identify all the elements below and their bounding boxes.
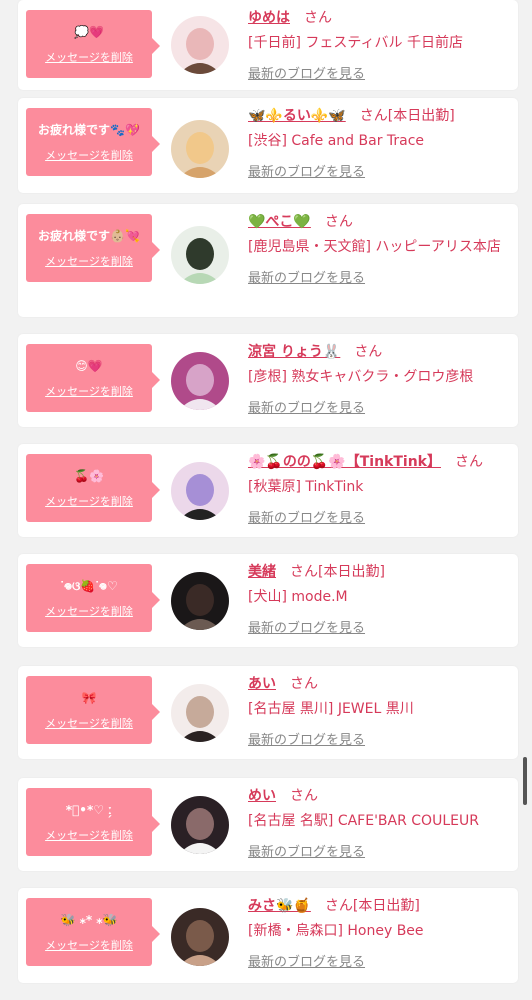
delete-message-link[interactable]: メッセージを削除	[26, 493, 152, 509]
delete-message-link[interactable]: メッセージを削除	[26, 937, 152, 953]
honorific: さん	[354, 344, 383, 360]
cast-info: 🌸🍒のの🍒🌸【TinkTink】 さん [秋葉原] TinkTink 最新のブログを見…	[248, 452, 508, 526]
message-bubble: 💭💗 メッセージを削除	[26, 10, 160, 78]
message-card: 🐝 ⁎* ⁎🐝 メッセージを削除 みさ🐝🍯 さん[本日出勤] [新橋・烏森口] Hone…	[18, 888, 518, 983]
honorific: さん	[324, 214, 353, 230]
cast-name-link[interactable]: 涼宮 りょう🐰	[248, 344, 340, 360]
avatar[interactable]	[171, 796, 229, 854]
delete-message-link[interactable]: メッセージを削除	[26, 253, 152, 269]
delete-message-link[interactable]: メッセージを削除	[26, 147, 152, 163]
honorific: さん	[304, 10, 332, 26]
cast-info: みさ🐝🍯 さん[本日出勤] [新橋・烏森口] Honey Bee 最新のブログを見る	[248, 896, 508, 970]
message-bubble: 🐝 ⁎* ⁎🐝 メッセージを削除	[26, 898, 160, 966]
status-badge: [本日出勤]	[318, 564, 385, 580]
message-text: 💭💗	[74, 25, 104, 39]
delete-message-link[interactable]: メッセージを削除	[26, 383, 152, 399]
delete-message-link[interactable]: メッセージを削除	[26, 49, 152, 65]
shop-name: [名古屋 黒川] JEWEL 黒川	[248, 701, 414, 717]
cast-name-link[interactable]: ゆめは	[248, 10, 290, 26]
message-bubble: お疲れ様です🐾💖 メッセージを削除	[26, 108, 160, 176]
cast-name-link[interactable]: あい	[248, 676, 276, 692]
cast-info: 🦋⚜️るい⚜️🦋 さん[本日出勤] [渋谷] Cafe and Bar Trace 最…	[248, 106, 508, 180]
honorific: さん	[290, 788, 318, 804]
cast-info: あい さん [名古屋 黒川] JEWEL 黒川最新のブログを見る	[248, 674, 508, 748]
cast-name-link[interactable]: 🌸🍒のの🍒🌸【TinkTink】	[248, 454, 441, 470]
message-text: ᐝ𖦹ଓ🍓ᐝ𖦹♡	[60, 579, 118, 593]
cast-name-link[interactable]: 💚ぺこ💚	[248, 214, 311, 230]
message-card: 😊💗 メッセージを削除 涼宮 りょう🐰 さん [彦根] 熟女キャバクラ・グロウ彦根最新の…	[18, 334, 518, 427]
honorific: さん	[324, 898, 353, 914]
honorific: さん	[290, 564, 318, 580]
avatar[interactable]	[171, 572, 229, 630]
latest-blog-link[interactable]: 最新のブログを見る	[248, 267, 508, 286]
cast-info: 美緒 さん[本日出勤] [犬山] mode.M 最新のブログを見る	[248, 562, 508, 636]
avatar[interactable]	[171, 16, 229, 74]
message-bubble: ᐝ𖦹ଓ🍓ᐝ𖦹♡ メッセージを削除	[26, 564, 160, 632]
avatar[interactable]	[171, 120, 229, 178]
message-text: お疲れ様です🐾💖	[38, 123, 140, 137]
status-badge: [本日出勤]	[352, 898, 420, 914]
message-card: 🍒🌸 メッセージを削除 🌸🍒のの🍒🌸【TinkTink】 さん [秋葉原] TinkTi…	[18, 444, 518, 537]
honorific: さん	[359, 108, 388, 124]
shop-name: [名古屋 名駅] CAFE'BAR COULEUR	[248, 813, 479, 829]
latest-blog-link[interactable]: 最新のブログを見る	[248, 63, 508, 82]
shop-name: [犬山] mode.M	[248, 589, 348, 605]
delete-message-link[interactable]: メッセージを削除	[26, 603, 152, 619]
cast-name-link[interactable]: みさ🐝🍯	[248, 898, 311, 914]
shop-name: [彦根] 熟女キャバクラ・グロウ彦根	[248, 369, 474, 385]
shop-name: [鹿児島県・天文館] ハッピーアリス本店	[248, 239, 501, 255]
cast-info: めい さん [名古屋 名駅] CAFE'BAR COULEUR 最新のブログを見る	[248, 786, 508, 860]
message-text: 😊💗	[75, 359, 103, 373]
message-text: お疲れ様です👶🏼💘	[38, 229, 140, 243]
latest-blog-link[interactable]: 最新のブログを見る	[248, 507, 508, 526]
latest-blog-link[interactable]: 最新のブログを見る	[248, 161, 508, 180]
cast-info: 💚ぺこ💚 さん [鹿児島県・天文館] ハッピーアリス本店 最新のブログを見る	[248, 212, 508, 286]
cast-name-link[interactable]: めい	[248, 788, 276, 804]
avatar[interactable]	[171, 226, 229, 284]
avatar[interactable]	[171, 462, 229, 520]
cast-info: 涼宮 りょう🐰 さん [彦根] 熟女キャバクラ・グロウ彦根最新のブログを見る	[248, 342, 508, 416]
message-text: *ﾟ•*♡ ː̗	[65, 803, 113, 817]
shop-name: [新橋・烏森口] Honey Bee	[248, 923, 424, 939]
scrollbar[interactable]	[523, 757, 527, 805]
avatar[interactable]	[171, 352, 229, 410]
message-bubble: 😊💗 メッセージを削除	[26, 344, 160, 412]
delete-message-link[interactable]: メッセージを削除	[26, 827, 152, 843]
latest-blog-link[interactable]: 最新のブログを見る	[248, 729, 508, 748]
shop-name: [千日前] フェスティバル 千日前店	[248, 35, 463, 51]
shop-name: [渋谷] Cafe and Bar Trace	[248, 133, 425, 149]
message-text: 🎀	[81, 691, 97, 705]
latest-blog-link[interactable]: 最新のブログを見る	[248, 841, 508, 860]
avatar[interactable]	[171, 908, 229, 966]
message-card: お疲れ様です🐾💖 メッセージを削除 🦋⚜️るい⚜️🦋 さん[本日出勤] [渋谷] Caf…	[18, 98, 518, 193]
message-bubble: 🍒🌸 メッセージを削除	[26, 454, 160, 522]
message-bubble: *ﾟ•*♡ ː̗ メッセージを削除	[26, 788, 160, 856]
honorific: さん	[454, 454, 483, 470]
status-badge: [本日出勤]	[387, 108, 455, 124]
cast-info: ゆめは さん [千日前] フェスティバル 千日前店最新のブログを見る	[248, 8, 508, 82]
latest-blog-link[interactable]: 最新のブログを見る	[248, 617, 508, 636]
message-card: ᐝ𖦹ଓ🍓ᐝ𖦹♡ メッセージを削除 美緒 さん[本日出勤] [犬山] mode.M 最新のブ…	[18, 554, 518, 647]
message-card: お疲れ様です👶🏼💘 メッセージを削除 💚ぺこ💚 さん [鹿児島県・天文館] ハッピーアリ…	[18, 204, 518, 317]
cast-name-link[interactable]: 🦋⚜️るい⚜️🦋	[248, 108, 346, 124]
message-bubble: 🎀 メッセージを削除	[26, 676, 160, 744]
latest-blog-link[interactable]: 最新のブログを見る	[248, 397, 508, 416]
shop-name: [秋葉原] TinkTink	[248, 479, 364, 495]
honorific: さん	[290, 676, 318, 692]
message-card: 🎀 メッセージを削除 あい さん [名古屋 黒川] JEWEL 黒川最新のブログを見る	[18, 666, 518, 759]
message-card: 💭💗 メッセージを削除 ゆめは さん [千日前] フェスティバル 千日前店最新のブログを…	[18, 0, 518, 90]
cast-name-link[interactable]: 美緒	[248, 564, 276, 580]
avatar[interactable]	[171, 684, 229, 742]
message-text: 🐝 ⁎* ⁎🐝	[60, 913, 118, 927]
message-text: 🍒🌸	[74, 469, 104, 483]
message-bubble: お疲れ様です👶🏼💘 メッセージを削除	[26, 214, 160, 282]
message-card: *ﾟ•*♡ ː̗ メッセージを削除 めい さん [名古屋 名駅] CAFE'BAR CO…	[18, 778, 518, 871]
delete-message-link[interactable]: メッセージを削除	[26, 715, 152, 731]
latest-blog-link[interactable]: 最新のブログを見る	[248, 951, 508, 970]
